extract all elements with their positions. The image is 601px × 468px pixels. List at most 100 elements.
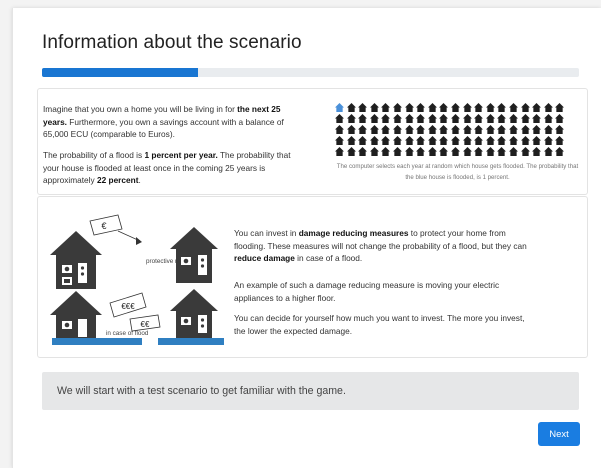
- house-icon: [474, 114, 486, 123]
- house-icon: [335, 125, 347, 134]
- house-icon: [450, 147, 463, 156]
- house-icon: [462, 125, 475, 134]
- house-icon: [427, 147, 440, 156]
- measures-illustration: € protective measures €€€ €€ in case of …: [50, 214, 224, 345]
- house-icon: [369, 103, 382, 112]
- house-icon: [462, 147, 475, 156]
- house-icon: [508, 136, 521, 145]
- house-icon: [358, 103, 370, 112]
- house-icon: [450, 136, 463, 145]
- house-icon: [381, 136, 393, 145]
- house-icon: [450, 114, 463, 123]
- house-icon: [381, 114, 393, 123]
- house-icon: [532, 125, 544, 134]
- house-icon: [474, 103, 486, 112]
- house-grid: [335, 103, 580, 156]
- page-title: Information about the scenario: [42, 32, 302, 53]
- house-icon: [520, 103, 533, 112]
- house-icon: [474, 136, 486, 145]
- house-icon: [346, 125, 359, 134]
- progress-bar-fill: [42, 68, 198, 77]
- house-icon: [508, 125, 521, 134]
- house-icon: [532, 103, 544, 112]
- house-icon: [381, 147, 393, 156]
- house-icon: [404, 147, 417, 156]
- house-icon: [427, 136, 440, 145]
- blue-house-icon: [335, 103, 347, 112]
- house-icon: [439, 114, 451, 123]
- house-icon: [543, 125, 556, 134]
- house-icon: [508, 147, 521, 156]
- house-icon: [369, 114, 382, 123]
- house-icon: [369, 147, 382, 156]
- house-icon: [416, 136, 428, 145]
- measures-paragraph-intro: You can invest in damage reducing measur…: [234, 228, 527, 263]
- house-icon: [392, 147, 405, 156]
- house-icon: [392, 136, 405, 145]
- house-icon: [404, 136, 417, 145]
- house-icon: [485, 125, 498, 134]
- house-icon: [392, 103, 405, 112]
- house-icon: [416, 147, 428, 156]
- house-icon: [346, 136, 359, 145]
- house-icon: [335, 114, 347, 123]
- scenario-card: Imagine that you own a home you will be …: [37, 88, 588, 195]
- measures-card: € protective measures €€€ €€ in case of …: [37, 196, 588, 358]
- scenario-page: Information about the scenario Imagine t…: [12, 8, 601, 468]
- house-icon: [474, 147, 486, 156]
- test-scenario-banner: We will start with a test scenario to ge…: [42, 372, 579, 410]
- house-icon: [555, 103, 567, 112]
- house-icon: [532, 114, 544, 123]
- house-icon: [369, 125, 382, 134]
- house-icon: [358, 136, 370, 145]
- house-icon: [555, 114, 567, 123]
- money-tag-icon: €: [89, 214, 123, 236]
- house-icon: [508, 114, 521, 123]
- house-icon: [543, 114, 556, 123]
- house-icon: [485, 103, 498, 112]
- house-icon: [346, 114, 359, 123]
- next-button[interactable]: Next: [538, 422, 580, 446]
- progress-bar: [42, 68, 579, 77]
- scenario-paragraph-home: Imagine that you own a home you will be …: [43, 104, 284, 139]
- house-icon: [427, 103, 440, 112]
- house-icon: [439, 147, 451, 156]
- house-icon: [369, 136, 382, 145]
- scenario-paragraph-probability: The probability of a flood is 1 percent …: [43, 150, 291, 185]
- house-icon: [358, 147, 370, 156]
- house-icon: [346, 147, 359, 156]
- measures-paragraph-invest: You can decide for yourself how much you…: [234, 313, 525, 336]
- house-icon: [485, 147, 498, 156]
- house-icon: [555, 147, 567, 156]
- house-icon: [335, 136, 347, 145]
- house-grid-caption: The computer selects each year at random…: [336, 163, 579, 181]
- money-symbol-3: €€: [141, 320, 150, 329]
- house-icon: [497, 103, 509, 112]
- house-icon: [392, 114, 405, 123]
- house-icon: [392, 125, 405, 134]
- house-icon: [462, 114, 475, 123]
- house-icon: [439, 103, 451, 112]
- house-icon: [497, 125, 509, 134]
- house-icon: [450, 125, 463, 134]
- house-icon: [520, 136, 533, 145]
- house-icon: [450, 103, 463, 112]
- house-icon: [543, 147, 556, 156]
- measures-paragraph-example: An example of such a damage reducing mea…: [234, 280, 500, 303]
- house-icon: [485, 114, 498, 123]
- house-icon: [381, 125, 393, 134]
- house-icon: [416, 103, 428, 112]
- house-icon: [520, 125, 533, 134]
- house-icon: [474, 125, 486, 134]
- house-icon: [555, 125, 567, 134]
- house-icon: [462, 136, 475, 145]
- house-icon: [497, 114, 509, 123]
- house-flooded-protected-icon: [158, 289, 224, 345]
- house-icon: [416, 114, 428, 123]
- money-tag-large-icon: €€€: [109, 292, 147, 318]
- house-icon: [532, 136, 544, 145]
- money-symbol-2: €€€: [121, 302, 135, 311]
- house-icon: [416, 125, 428, 134]
- house-icon: [381, 103, 393, 112]
- house-icon: [520, 147, 533, 156]
